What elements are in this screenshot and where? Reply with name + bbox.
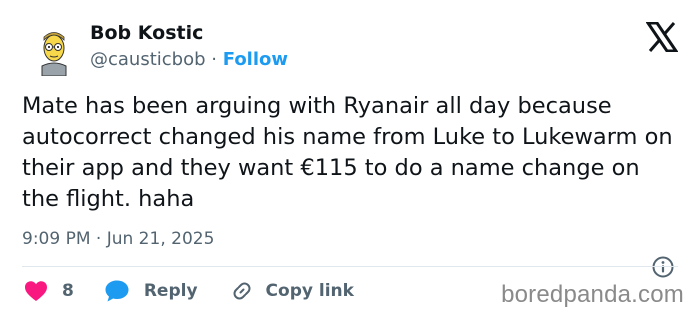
avatar[interactable] — [34, 30, 74, 76]
x-logo-icon[interactable] — [646, 22, 678, 52]
copy-link-label: Copy link — [265, 281, 354, 301]
tweet-header: Bob Kostic @causticbob · Follow — [28, 22, 678, 82]
follow-button[interactable]: Follow — [223, 49, 288, 70]
divider — [22, 266, 678, 267]
like-count: 8 — [62, 281, 74, 301]
author-handle-row: @causticbob · Follow — [90, 49, 288, 70]
tweet-time: 9:09 PM — [22, 229, 91, 249]
tweet-timestamp[interactable]: 9:09 PM · Jun 21, 2025 — [22, 229, 214, 249]
author-handle[interactable]: @causticbob — [90, 49, 206, 70]
date-separator: · — [95, 229, 102, 249]
like-button[interactable]: 8 — [24, 280, 74, 302]
handle-separator: · — [211, 49, 218, 70]
reply-button[interactable]: Reply — [104, 279, 198, 303]
author-name[interactable]: Bob Kostic — [90, 22, 203, 44]
tweet-date: Jun 21, 2025 — [106, 229, 215, 249]
tweet-actions: 8 Reply Copy link — [24, 276, 354, 306]
reply-label: Reply — [143, 281, 198, 301]
link-icon — [233, 282, 251, 300]
copy-link-button[interactable]: Copy link — [230, 279, 354, 303]
reply-bubble-icon — [105, 280, 129, 302]
heart-icon — [25, 281, 47, 301]
tweet-text: Mate has been arguing with Ryanair all d… — [22, 93, 673, 212]
watermark: boredpanda.com — [501, 281, 684, 308]
info-icon[interactable] — [652, 256, 674, 278]
